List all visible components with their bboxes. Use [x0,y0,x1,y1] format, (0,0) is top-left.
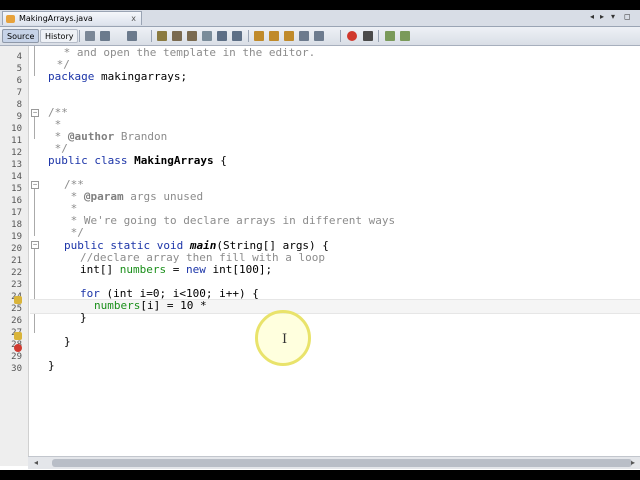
tab-list-icon[interactable]: ▾ [611,12,615,21]
stop-macro-icon[interactable] [363,31,373,41]
fold-guide [34,46,35,76]
toolbar-separator [79,30,80,42]
shift-line-right-icon[interactable] [314,31,324,41]
line-number: 25 [11,304,22,314]
last-edit-icon[interactable] [85,31,95,41]
history-view-button[interactable]: History [40,29,79,43]
fold-guide [34,249,35,333]
fold-toggle-icon[interactable]: − [31,241,39,249]
back-icon[interactable] [100,31,110,41]
uncomment-icon[interactable] [400,31,410,41]
next-bookmark-icon[interactable] [269,31,279,41]
previous-bookmark-icon[interactable] [254,31,264,41]
code-line-21: int[] numbers = new int[100]; [80,263,273,276]
java-file-icon [6,15,15,23]
find-next-icon[interactable] [187,31,197,41]
tab-scroll-right-icon[interactable]: ▸ [600,12,604,21]
line-number: 7 [16,88,22,98]
line-number: 19 [11,232,22,242]
netbeans-editor-window: MakingArrays.java x ◂ ▸ ▾ ◻ Source Histo… [0,10,640,470]
fold-guide [34,189,35,236]
code-line-12: public class MakingArrays { [48,154,227,167]
error-icon[interactable] [14,344,22,352]
line-number: 17 [11,208,22,218]
line-number: 13 [11,160,22,170]
maximize-icon[interactable]: ◻ [624,12,631,21]
fold-toggle-icon[interactable]: − [31,181,39,189]
code-line-29: } [48,359,55,372]
toolbar-separator [248,30,249,42]
line-number: 11 [11,136,22,146]
line-number: 14 [11,172,22,182]
toolbar-separator [340,30,341,42]
toggle-highlight-icon[interactable] [202,31,212,41]
toggle-bookmark-icon[interactable] [284,31,294,41]
editor-toolbar: Source History [0,27,640,46]
code-line-17: * We're going to declare arrays in diffe… [64,214,396,227]
line-number-gutter: 4 5 6 7 8 9 10 11 12 13 14 15 16 17 18 1… [0,46,29,466]
text-cursor-icon: I [282,332,288,347]
code-line-27: } [64,335,71,348]
find-previous-icon[interactable] [172,31,182,41]
fold-guide [34,117,35,139]
line-number: 29 [11,352,22,362]
toolbar-separator [378,30,379,42]
shift-left-icon[interactable] [232,31,242,41]
line-number: 6 [16,76,22,86]
warning-bulb-icon[interactable] [14,332,22,340]
close-tab-icon[interactable]: x [131,12,136,26]
scroll-right-arrow-icon[interactable]: ▸ [631,458,635,467]
editor-tab-bar: MakingArrays.java x ◂ ▸ ▾ ◻ [0,10,640,27]
forward-icon[interactable] [127,31,137,41]
code-line-15: * @param args unused [64,190,204,203]
line-number: 10 [11,124,22,134]
tab-scroll-left-icon[interactable]: ◂ [590,12,594,21]
toolbar-separator [151,30,152,42]
source-view-button[interactable]: Source [2,29,40,43]
line-number: 16 [11,196,22,206]
find-selection-icon[interactable] [157,31,167,41]
scrollbar-thumb[interactable] [52,459,632,467]
line-number: 9 [16,112,22,122]
line-number: 18 [11,220,22,230]
start-macro-icon[interactable] [347,31,357,41]
line-number: 12 [11,148,22,158]
code-line-4: * and open the template in the editor. [57,46,316,59]
file-tab-makingarrays[interactable]: MakingArrays.java x [2,11,142,25]
horizontal-scrollbar[interactable]: ◂ ▸ [28,456,640,469]
shift-line-left-icon[interactable] [299,31,309,41]
toggle-rectangular-icon[interactable] [217,31,227,41]
line-number: 20 [11,244,22,254]
line-number: 15 [11,184,22,194]
warning-bulb-icon[interactable] [14,296,22,304]
fold-toggle-icon[interactable]: − [31,109,39,117]
comment-icon[interactable] [385,31,395,41]
code-line-6: package makingarrays; [48,70,188,83]
line-number: 26 [11,316,22,326]
line-number: 30 [11,364,22,374]
code-line-25: } [80,311,87,324]
code-line-24: numbers[i] = 10 * [94,299,207,312]
file-tab-label: MakingArrays.java [19,14,93,23]
scroll-left-arrow-icon[interactable]: ◂ [34,458,38,467]
line-number: 4 [16,52,22,62]
line-number: 5 [16,64,22,74]
code-line-18: */ [64,226,84,239]
line-number: 23 [11,280,22,290]
line-number: 8 [16,100,22,110]
line-number: 22 [11,268,22,278]
line-number: 21 [11,256,22,266]
